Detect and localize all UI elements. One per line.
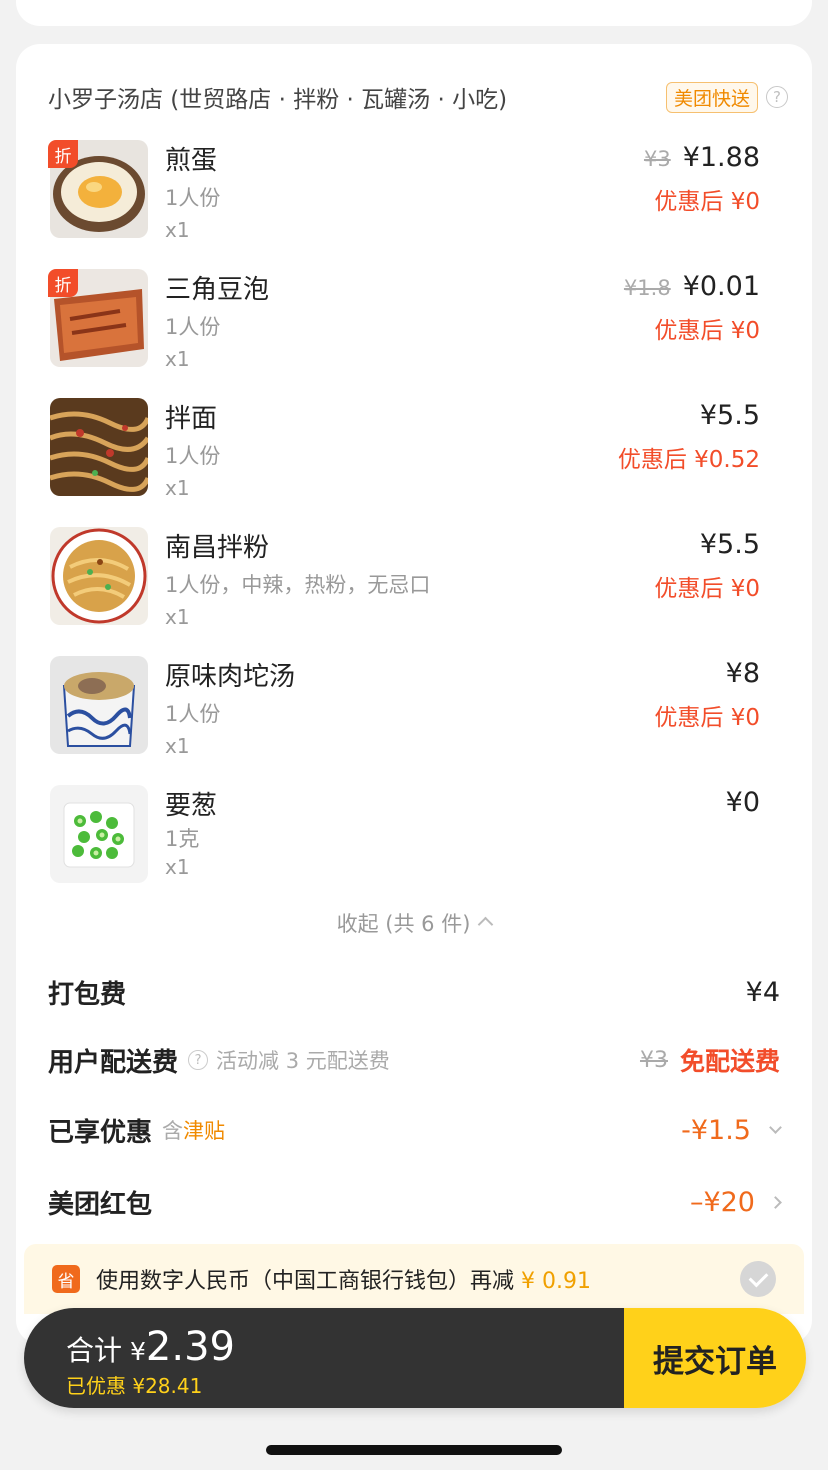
total-amount: 2.39 [145,1324,235,1370]
item-price: ¥1.88 [682,142,760,173]
item-name: 拌面 [165,404,218,434]
list-item[interactable]: 要葱 1克 x1 ¥0 [48,785,760,895]
save-icon: 省 [52,1265,80,1293]
item-quantity: x1 [165,476,190,500]
red-packet-value-wrap: –¥20 [689,1186,782,1218]
allowance-label: 津贴 [183,1119,226,1143]
previous-card-edge [16,0,812,26]
free-delivery-label: 免配送费 [679,1047,780,1076]
item-spec: 1人份 [165,315,221,339]
price-row: ¥5.5 [700,529,760,560]
item-spec: 1人份 [165,444,221,468]
item-name: 原味肉坨汤 [165,662,296,692]
item-name: 要葱 [165,791,218,821]
item-quantity: x1 [165,734,190,758]
price-row: ¥0 [726,787,760,818]
discount-label: 已享优惠 [48,1117,153,1148]
collapse-toggle[interactable]: 收起 (共 6 件) [16,908,812,938]
collapse-label: 收起 (共 6 件) [336,912,471,936]
delivery-fee-note-text: 活动减 3 元配送费 [216,1049,390,1073]
packing-fee-value: ¥4 [745,976,780,1008]
list-item[interactable]: 折 三角豆泡 1人份 x1 ¥1.8 ¥0.01 优惠后 ¥0 [48,269,760,379]
total-line: 合计 ¥ 2.39 [66,1324,235,1370]
saved-amount: 已优惠 ¥28.41 [66,1374,203,1398]
total-currency: ¥ [130,1337,146,1366]
delivery-fee-note: ? 活动减 3 元配送费 [188,1045,390,1075]
chevron-up-icon [478,916,494,933]
item-spec: 1人份 [165,702,221,726]
order-card: 小罗子汤店 (世贸路店 · 拌粉 · 瓦罐汤 · 小吃) 美团快送 ? 折 煎蛋… [16,44,812,1344]
discount-sub: 含津贴 [162,1115,225,1145]
checkout-bar: 合计 ¥ 2.39 已优惠 ¥28.41 提交订单 [24,1308,806,1408]
list-item[interactable]: 原味肉坨汤 1人份 x1 ¥8 优惠后 ¥0 [48,656,760,766]
price-row: ¥8 [726,658,760,689]
packing-fee-label: 打包费 [48,979,127,1010]
chevron-down-icon [769,1120,782,1134]
list-item[interactable]: 拌面 1人份 x1 ¥5.5 优惠后 ¥0.52 [48,398,760,508]
after-discount-price: 优惠后 ¥0.52 [617,447,760,473]
digital-rmb-text: 使用数字人民币（中国工商银行钱包）再减 ¥ 0.91 [96,1263,591,1295]
check-icon[interactable] [740,1261,776,1297]
delivery-fee-row: 用户配送费 ? 活动减 3 元配送费 ¥3 免配送费 [48,1040,780,1080]
item-quantity: x1 [165,218,190,242]
item-quantity: x1 [165,855,190,879]
after-discount-price: 优惠后 ¥0 [654,189,760,215]
food-image-mixed-noodles [50,398,148,496]
discount-badge: 折 [48,269,78,297]
packing-fee-row: 打包费 ¥4 [48,972,780,1012]
item-quantity: x1 [165,605,190,629]
list-item[interactable]: 南昌拌粉 1人份，中辣，热粉，无忌口 x1 ¥5.5 优惠后 ¥0 [48,527,760,637]
digital-rmb-label: 使用数字人民币（中国工商银行钱包）再减 [96,1269,515,1294]
discount-value: -¥1.5 [681,1114,751,1146]
submit-order-button[interactable]: 提交订单 [624,1308,806,1408]
original-price: ¥3 [643,147,671,171]
food-image-nanchang-rice-noodles [50,527,148,625]
item-price: ¥8 [725,658,760,689]
discount-row[interactable]: 已享优惠 含津贴 -¥1.5 [48,1110,782,1150]
store-name[interactable]: 小罗子汤店 (世贸路店 · 拌粉 · 瓦罐汤 · 小吃) [48,80,507,114]
chevron-right-icon [769,1195,782,1209]
discount-value-wrap: -¥1.5 [681,1114,782,1146]
after-discount-price: 优惠后 ¥0 [654,318,760,344]
price-row: ¥3 ¥1.88 [644,142,760,173]
delivery-fee-label: 用户配送费 [48,1047,179,1078]
item-name: 三角豆泡 [165,275,270,305]
item-spec: 1克 [165,827,200,851]
discount-sub-prefix: 含 [162,1119,184,1143]
item-spec: 1人份 [165,186,221,210]
item-spec: 1人份，中辣，热粉，无忌口 [165,573,431,597]
total-label: 合计 [66,1334,123,1367]
after-discount-price: 优惠后 ¥0 [654,705,760,731]
home-indicator[interactable] [266,1445,562,1455]
store-header: 小罗子汤店 (世贸路店 · 拌粉 · 瓦罐汤 · 小吃) 美团快送 ? [48,80,788,114]
delivery-fee-value: ¥3 免配送费 [640,1042,780,1078]
help-icon[interactable]: ? [766,86,788,108]
delivery-tag: 美团快送 [665,81,758,113]
price-row: ¥1.8 ¥0.01 [624,271,760,302]
food-image-green-onion [50,785,148,883]
original-price: ¥1.8 [623,276,671,300]
list-item[interactable]: 折 煎蛋 1人份 x1 ¥3 ¥1.88 优惠后 ¥0 [48,140,760,250]
delivery-original-fee: ¥3 [639,1047,668,1073]
red-packet-label: 美团红包 [48,1189,153,1220]
item-name: 煎蛋 [165,146,218,176]
item-price: ¥0 [725,787,760,818]
red-packet-row[interactable]: 美团红包 –¥20 [48,1182,782,1222]
item-price: ¥5.5 [699,529,760,560]
total-section: 合计 ¥ 2.39 已优惠 ¥28.41 [24,1308,624,1408]
food-image-meat-soup [50,656,148,754]
digital-rmb-offer[interactable]: 省 使用数字人民币（中国工商银行钱包）再减 ¥ 0.91 [24,1244,804,1314]
digital-rmb-amount: ¥ 0.91 [521,1269,591,1294]
item-name: 南昌拌粉 [165,533,270,563]
after-discount-price: 优惠后 ¥0 [654,576,760,602]
item-quantity: x1 [165,347,190,371]
help-icon[interactable]: ? [188,1050,209,1070]
item-price: ¥0.01 [682,271,760,302]
red-packet-value: –¥20 [689,1186,755,1218]
discount-badge: 折 [48,140,78,168]
item-price: ¥5.5 [699,400,760,431]
price-row: ¥5.5 [700,400,760,431]
